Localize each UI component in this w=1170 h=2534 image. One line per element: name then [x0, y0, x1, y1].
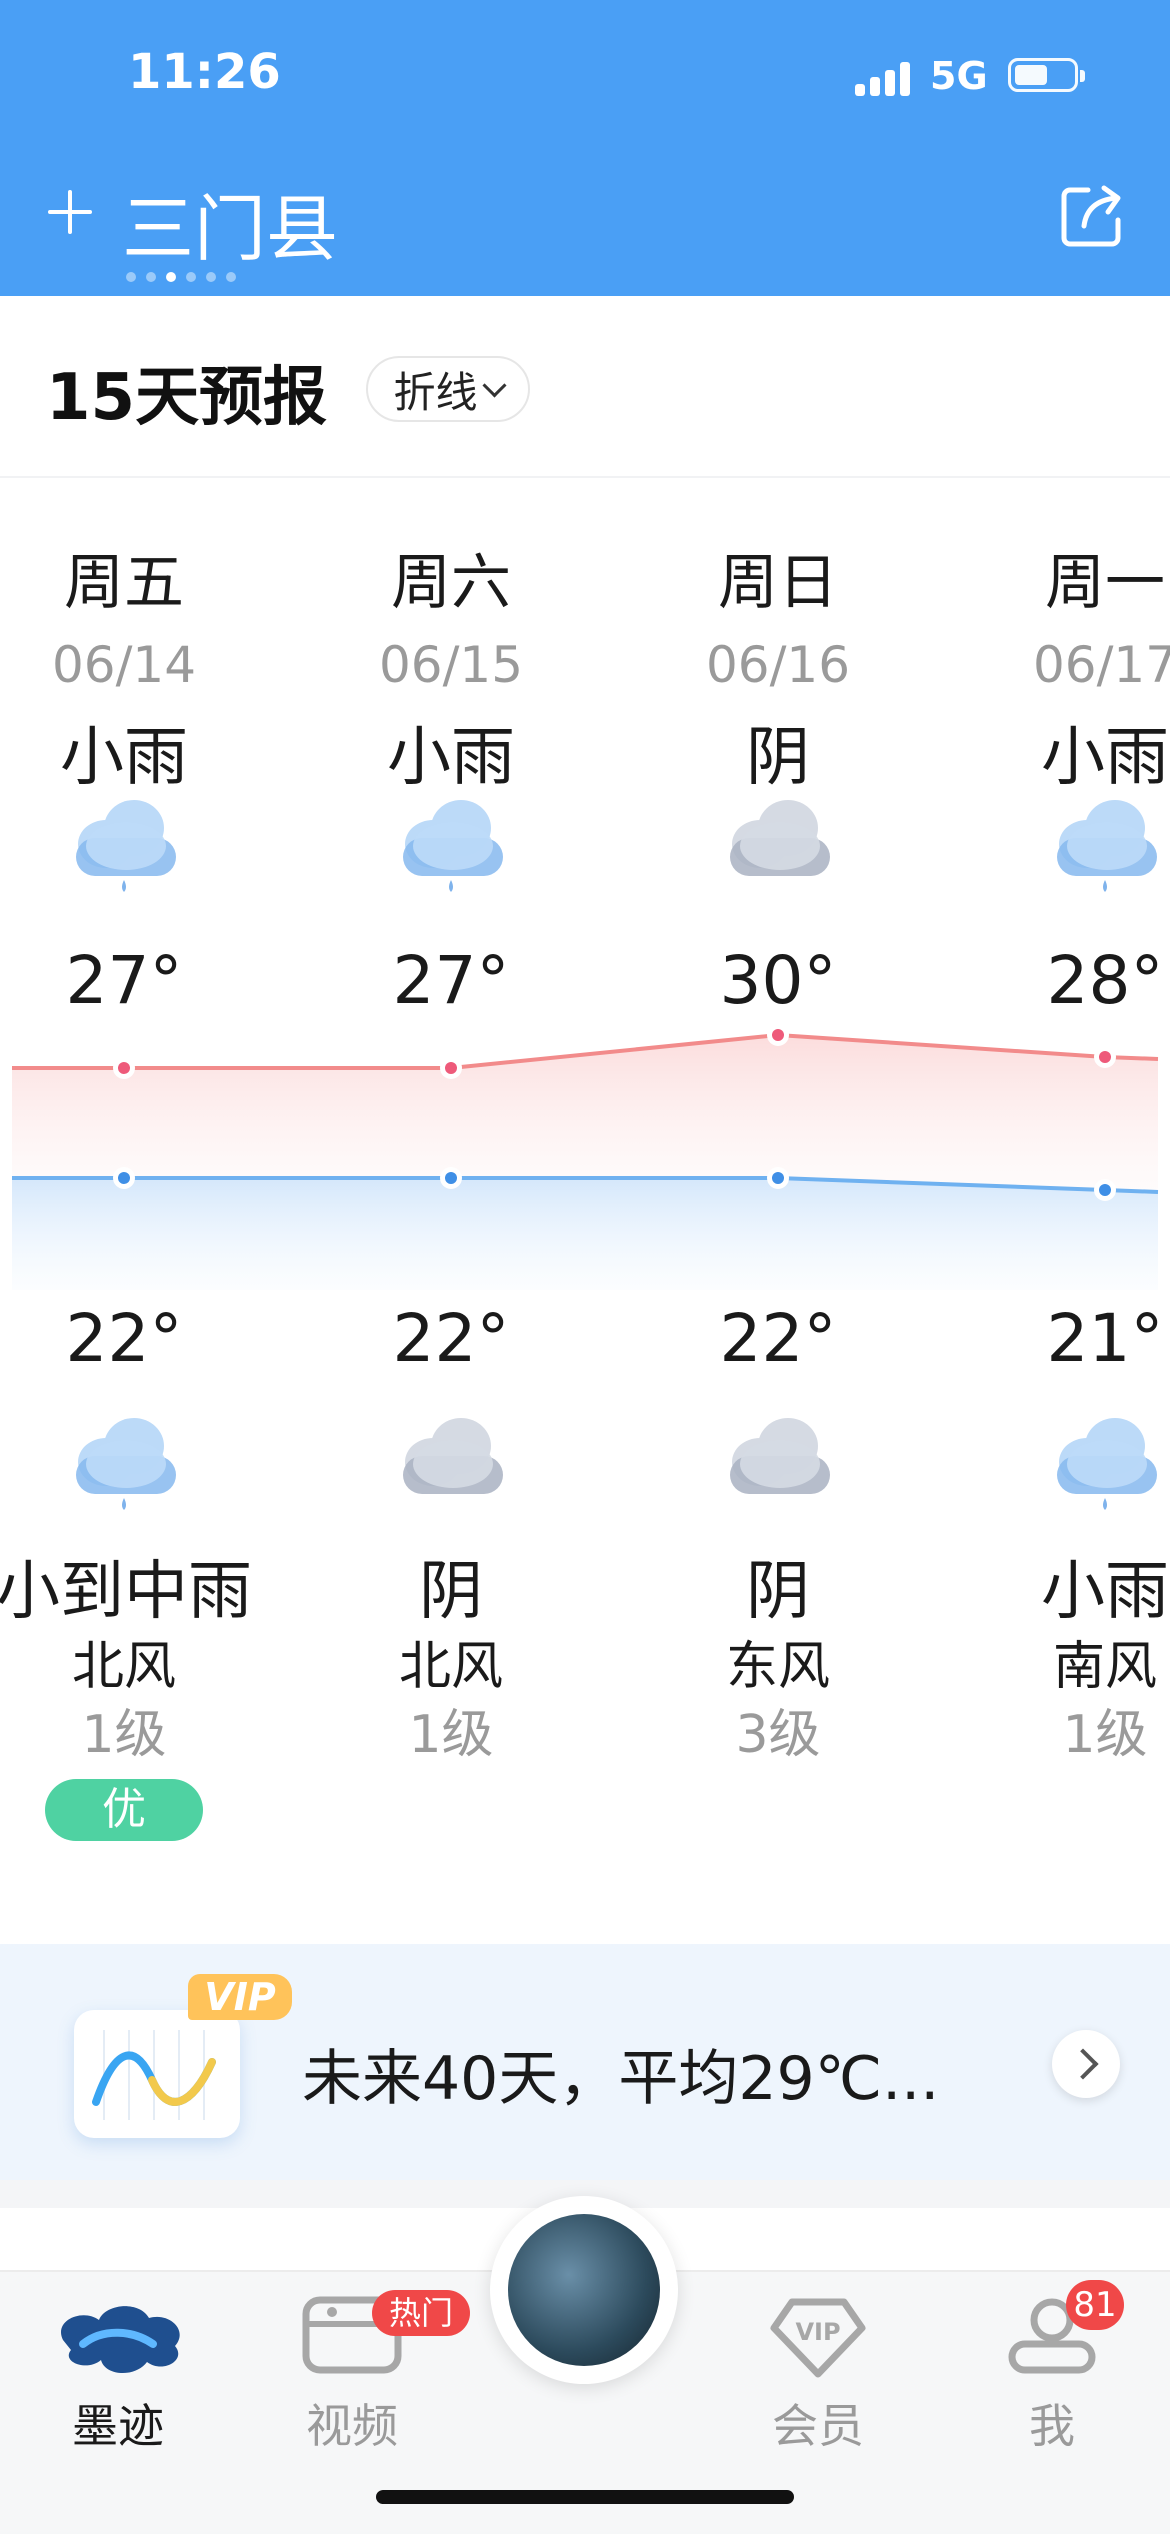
aqi-badge[interactable]: 优	[45, 1779, 203, 1841]
share-icon[interactable]	[1056, 180, 1128, 252]
day-date: 06/15	[378, 636, 524, 694]
low-temp: 22°	[719, 1300, 837, 1377]
battery-icon	[1008, 58, 1085, 92]
wind-direction: 东风	[725, 1637, 830, 1697]
add-city-icon[interactable]	[44, 186, 96, 238]
vip-banner-text: 未来40天，平均29℃...	[302, 2044, 940, 2114]
day-condition: 小雨	[387, 721, 515, 795]
chevron-right-icon[interactable]	[1052, 2030, 1120, 2098]
home-indicator	[376, 2490, 794, 2504]
high-temp-point-core	[118, 1062, 130, 1074]
day-weekday: 周五	[64, 548, 184, 618]
low-temp-point-core	[445, 1172, 457, 1184]
vip-badge: VIP	[188, 1974, 292, 2020]
light-rain-icon	[76, 800, 176, 892]
divider	[0, 476, 1170, 478]
chart-mode-label: 折线	[393, 367, 478, 417]
wind-level: 3级	[735, 1705, 821, 1765]
low-temp-point-core	[772, 1172, 784, 1184]
day-weekday: 周一	[1045, 548, 1165, 618]
light-rain-icon	[403, 800, 503, 892]
overcast-icon	[730, 800, 830, 876]
night-condition: 阴	[419, 1555, 483, 1629]
trend-chart-icon	[74, 2010, 240, 2138]
center-weather-photo-button[interactable]	[490, 2196, 678, 2384]
light-rain-icon	[1057, 1418, 1157, 1510]
overcast-icon	[730, 1418, 830, 1494]
high-temp: 30°	[719, 942, 837, 1019]
low-temp-point-core	[1099, 1184, 1111, 1196]
wind-direction: 北风	[398, 1637, 503, 1697]
high-temp: 27°	[392, 942, 510, 1019]
night-condition: 小到中雨	[0, 1555, 252, 1629]
wind-level: 1级	[1062, 1705, 1148, 1765]
top-header: 11:26 5G 三门县	[0, 0, 1170, 296]
signal-icon	[855, 60, 915, 96]
vip-diamond-icon: VIP	[770, 2298, 866, 2378]
high-temp: 28°	[1046, 942, 1164, 1019]
wind-direction: 北风	[71, 1637, 176, 1697]
day-date: 06/17	[1032, 636, 1170, 694]
low-temp: 21°	[1046, 1300, 1164, 1377]
high-temp-point-core	[772, 1029, 784, 1041]
network-label: 5G	[930, 54, 988, 98]
tab-label-moji: 墨迹	[72, 2399, 164, 2453]
high-temp-area	[12, 1035, 1158, 1190]
svg-text:VIP: VIP	[795, 2318, 840, 2346]
day-weekday: 周六	[391, 548, 511, 618]
city-page-dots	[126, 272, 236, 282]
city-name[interactable]: 三门县	[122, 170, 338, 275]
high-temp: 27°	[65, 942, 183, 1019]
moji-logo-icon	[61, 2306, 180, 2374]
light-rain-icon	[1057, 800, 1157, 892]
day-condition: 阴	[746, 721, 810, 795]
light-rain-icon	[76, 1418, 176, 1510]
notification-badge: 81	[1066, 2280, 1124, 2330]
tab-vip[interactable]: VIP	[718, 2290, 918, 2384]
low-temp: 22°	[65, 1300, 183, 1377]
tab-label-video: 视频	[306, 2399, 398, 2453]
tab-moji[interactable]	[18, 2290, 218, 2384]
weather-photo-thumbnail	[508, 2214, 660, 2366]
day-date: 06/14	[51, 636, 197, 694]
high-temp-point-core	[445, 1062, 457, 1074]
wind-level: 1级	[81, 1705, 167, 1765]
tab-label-vip: 会员	[772, 2399, 864, 2453]
high-temp-point-core	[1099, 1051, 1111, 1063]
hot-badge: 热门	[372, 2290, 470, 2336]
wind-direction: 南风	[1052, 1637, 1157, 1697]
chevron-down-icon	[481, 372, 507, 398]
low-temp-area	[12, 1178, 1158, 1290]
chart-mode-dropdown[interactable]: 折线	[366, 356, 530, 422]
day-date: 06/16	[705, 636, 851, 694]
forecast-title: 15天预报	[46, 361, 328, 435]
low-temp-point-core	[118, 1172, 130, 1184]
night-condition: 小雨	[1041, 1555, 1169, 1629]
low-temp: 22°	[392, 1300, 510, 1377]
tab-label-me: 我	[1029, 2399, 1075, 2453]
overcast-icon	[403, 1418, 503, 1494]
status-time: 11:26	[128, 44, 281, 100]
day-weekday: 周日	[718, 548, 838, 618]
day-condition: 小雨	[60, 721, 188, 795]
day-condition: 小雨	[1041, 721, 1169, 795]
night-condition: 阴	[746, 1555, 810, 1629]
wind-level: 1级	[408, 1705, 494, 1765]
